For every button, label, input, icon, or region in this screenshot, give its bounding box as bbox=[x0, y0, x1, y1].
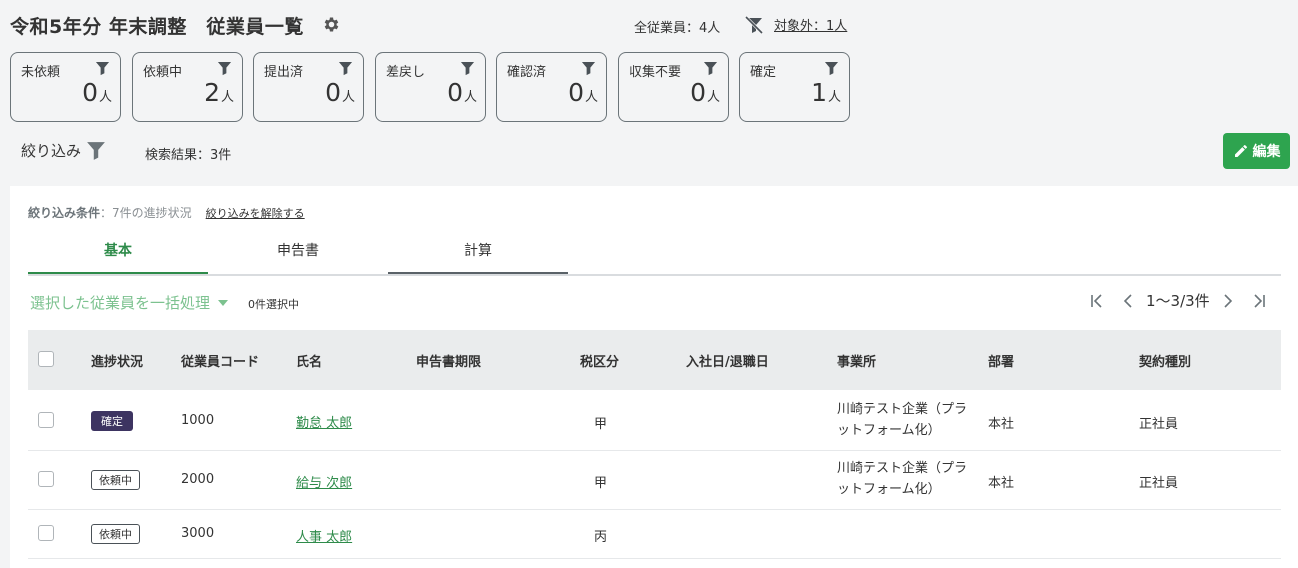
excluded-group: 対象外：1人 bbox=[744, 15, 847, 34]
pagination: 1〜3/3件 bbox=[1088, 290, 1268, 311]
page-title: 令和5年分 年末調整 従業員一覧 bbox=[10, 16, 304, 38]
status-card-returned[interactable]: 差戻し 0人 bbox=[375, 52, 486, 122]
filter-icon bbox=[581, 61, 596, 76]
filter-button[interactable]: 絞り込み bbox=[21, 140, 105, 161]
first-page-icon[interactable] bbox=[1088, 291, 1108, 311]
caret-down-icon bbox=[218, 299, 229, 306]
employee-name-link[interactable]: 勤怠 太郎 bbox=[296, 412, 352, 431]
employee-code: 2000 bbox=[181, 472, 215, 487]
employee-code: 1000 bbox=[181, 413, 215, 428]
office: 川崎テスト企業（プラットフォーム化） bbox=[837, 461, 968, 497]
status-card-count: 2人 bbox=[204, 78, 234, 107]
office: 川崎テスト企業（プラットフォーム化） bbox=[837, 402, 968, 438]
employee-name-link[interactable]: 給与 次郎 bbox=[296, 472, 352, 491]
table-row: 依頼中 2000 給与 次郎 甲 川崎テスト企業（プラットフォーム化） 本社 正… bbox=[28, 451, 1281, 510]
status-badge: 依頼中 bbox=[91, 470, 140, 490]
column-header-tax[interactable]: 税区分 bbox=[580, 330, 619, 390]
status-card-label: 依頼中 bbox=[143, 65, 183, 80]
tax-category: 丙 bbox=[594, 530, 608, 545]
status-badge: 依頼中 bbox=[91, 524, 140, 544]
filter-icon bbox=[87, 141, 105, 160]
status-card-label: 確定 bbox=[750, 65, 777, 80]
tax-category: 甲 bbox=[594, 417, 608, 432]
status-card-submitted[interactable]: 提出済 0人 bbox=[253, 52, 364, 122]
row-checkbox[interactable] bbox=[38, 525, 54, 541]
row-checkbox[interactable] bbox=[38, 471, 54, 487]
status-card-count: 0人 bbox=[325, 78, 355, 107]
selected-count: 0件選択中 bbox=[248, 298, 299, 311]
filter-off-icon bbox=[744, 15, 764, 34]
column-header-dept[interactable]: 部署 bbox=[988, 330, 1014, 390]
column-header-name[interactable]: 氏名 bbox=[296, 330, 322, 390]
filter-icon bbox=[703, 61, 718, 76]
tax-category: 甲 bbox=[594, 476, 608, 491]
filter-icon bbox=[95, 61, 110, 76]
next-page-icon[interactable] bbox=[1218, 291, 1238, 311]
status-card-label: 提出済 bbox=[264, 65, 304, 80]
employee-code: 3000 bbox=[181, 526, 215, 541]
status-card-label: 確認済 bbox=[507, 65, 547, 80]
department: 本社 bbox=[988, 476, 1015, 491]
filter-icon bbox=[217, 61, 232, 76]
column-header-status[interactable]: 進捗状況 bbox=[91, 330, 143, 390]
select-all-checkbox[interactable] bbox=[38, 351, 54, 367]
excluded-link[interactable]: 対象外：1人 bbox=[774, 15, 847, 34]
column-header-code[interactable]: 従業員コード bbox=[181, 330, 259, 390]
status-card-count: 1人 bbox=[811, 78, 841, 107]
status-card-count: 0人 bbox=[447, 78, 477, 107]
last-page-icon[interactable] bbox=[1248, 291, 1268, 311]
status-card-label: 差戻し bbox=[386, 65, 426, 80]
column-header-office[interactable]: 事業所 bbox=[837, 330, 876, 390]
status-card-checked[interactable]: 確認済 0人 bbox=[496, 52, 607, 122]
status-card-count: 0人 bbox=[82, 78, 112, 107]
filter-icon bbox=[824, 61, 839, 76]
status-card-label: 収集不要 bbox=[629, 65, 682, 80]
tab-declaration[interactable]: 申告書 bbox=[208, 227, 388, 272]
filter-condition-label: 絞り込み条件 bbox=[28, 206, 101, 220]
filter-condition: 絞り込み条件：7件の進捗状況 絞り込みを解除する bbox=[28, 204, 305, 221]
tab-calculation[interactable]: 計算 bbox=[388, 227, 568, 274]
status-card-count: 0人 bbox=[568, 78, 598, 107]
bulk-action-dropdown[interactable]: 選択した従業員を一括処理 bbox=[30, 292, 229, 313]
filter-button-label: 絞り込み bbox=[21, 142, 82, 160]
department: 本社 bbox=[988, 417, 1015, 432]
search-result-count: 検索結果：3件 bbox=[145, 148, 232, 163]
table-row: 依頼中 3000 人事 太郎 丙 bbox=[28, 510, 1281, 559]
table-header: 進捗状況 従業員コード 氏名 申告書期限 税区分 入社日/退職日 事業所 部署 … bbox=[28, 330, 1281, 390]
status-card-count: 0人 bbox=[690, 78, 720, 107]
bulk-action-label: 選択した従業員を一括処理 bbox=[30, 294, 211, 312]
column-header-dates[interactable]: 入社日/退職日 bbox=[686, 330, 769, 390]
edit-button-label: 編集 bbox=[1252, 143, 1281, 159]
pencil-icon bbox=[1234, 144, 1247, 157]
clear-filter-link[interactable]: 絞り込みを解除する bbox=[206, 207, 305, 220]
edit-button[interactable]: 編集 bbox=[1223, 133, 1290, 169]
column-header-contract[interactable]: 契約種別 bbox=[1139, 330, 1191, 390]
table-row: 確定 1000 勤怠 太郎 甲 川崎テスト企業（プラットフォーム化） 本社 正社… bbox=[28, 390, 1281, 451]
status-card-unrequested[interactable]: 未依頼 0人 bbox=[10, 52, 121, 122]
column-header-deadline[interactable]: 申告書期限 bbox=[416, 330, 481, 390]
row-checkbox[interactable] bbox=[38, 412, 54, 428]
status-badge: 確定 bbox=[91, 411, 133, 431]
tab-basic[interactable]: 基本 bbox=[28, 227, 208, 274]
filter-condition-value: ：7件の進捗状況 bbox=[100, 206, 192, 220]
employee-name-link[interactable]: 人事 太郎 bbox=[296, 526, 352, 545]
tab-bar: 基本 申告書 計算 bbox=[28, 227, 1281, 276]
status-card-confirmed[interactable]: 確定 1人 bbox=[739, 52, 850, 122]
contract-type: 正社員 bbox=[1139, 476, 1179, 491]
total-employees: 全従業員：4人 bbox=[634, 21, 721, 36]
prev-page-icon[interactable] bbox=[1118, 291, 1138, 311]
contract-type: 正社員 bbox=[1139, 417, 1179, 432]
status-card-requested[interactable]: 依頼中 2人 bbox=[132, 52, 243, 122]
gear-icon[interactable] bbox=[322, 15, 341, 34]
status-card-not-needed[interactable]: 収集不要 0人 bbox=[618, 52, 729, 122]
status-card-label: 未依頼 bbox=[21, 65, 61, 80]
filter-icon bbox=[460, 61, 475, 76]
page-range: 1〜3/3件 bbox=[1146, 292, 1210, 310]
filter-icon bbox=[338, 61, 353, 76]
